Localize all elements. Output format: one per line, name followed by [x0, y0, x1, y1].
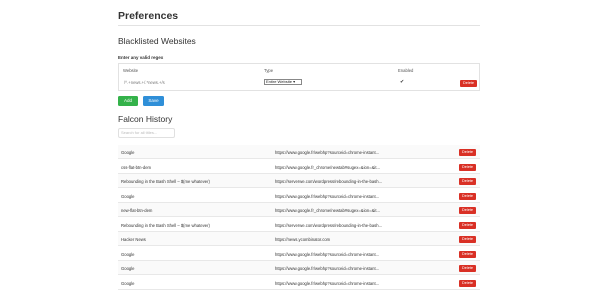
history-title[interactable]: css-flat-btn-dem — [121, 165, 151, 170]
enabled-column-header: Enabled — [398, 68, 414, 73]
history-delete-button[interactable]: Delete — [459, 279, 476, 287]
history-title[interactable]: Google — [121, 194, 135, 199]
history-delete-button[interactable]: Delete — [459, 236, 476, 243]
history-row: new-flat-btn-dem https://www.google.fr_ch… — [118, 203, 480, 217]
blacklist-table: Website Type Enabled /^.+news.+/.*news.+… — [118, 63, 480, 91]
history-delete-button[interactable]: Delete — [459, 207, 476, 214]
history-url[interactable]: https://www.google.fr/webhp?sourceid=chr… — [275, 194, 389, 199]
history-url[interactable]: https://news.ycombinator.com — [275, 237, 389, 242]
type-select[interactable]: Entire Website ▾ — [264, 79, 302, 85]
history-url[interactable]: https://serverwe.com/wordpress/reboundin… — [275, 223, 389, 228]
type-select-value: Entire Website — [266, 79, 292, 84]
website-column-header: Website — [123, 68, 139, 73]
website-regex-input[interactable]: /^.+news.+/.*news.+/s — [122, 79, 250, 87]
history-delete-button[interactable]: Delete — [459, 221, 476, 229]
history-url[interactable]: https://serverwe.com/wordpress/reboundin… — [275, 179, 389, 184]
history-row: Hacker News https://news.ycombinator.com D… — [118, 232, 480, 246]
history-title[interactable]: Google — [121, 252, 135, 257]
history-row: Google https://www.google.fr/webhp?source… — [118, 247, 480, 261]
blacklist-subtitle: Enter any valid regex — [118, 55, 164, 60]
type-column-header: Type — [264, 68, 274, 73]
history-delete-button[interactable]: Delete — [459, 250, 476, 258]
history-title[interactable]: Google — [121, 281, 135, 286]
add-button[interactable]: Add — [118, 96, 138, 106]
history-delete-button[interactable]: Delete — [459, 178, 476, 185]
history-row: Rebounding in the Bash Shell – $(me what… — [118, 218, 480, 232]
enabled-checkbox[interactable]: ✔ — [400, 79, 404, 85]
history-url[interactable]: https://www.google.fr_chrome/newtab#suge… — [275, 165, 389, 170]
blacklist-section-title: Blacklisted Websites — [118, 36, 196, 46]
history-title[interactable]: Hacker News — [121, 237, 146, 242]
history-delete-button[interactable]: Delete — [459, 265, 476, 272]
history-section-title: Falcon History — [118, 114, 173, 124]
history-title[interactable]: new-flat-btn-dem — [121, 208, 152, 213]
history-delete-button[interactable]: Delete — [459, 163, 476, 171]
history-row: Google https://www.google.fr/webhp?source… — [118, 276, 480, 290]
history-title[interactable]: Google — [121, 150, 135, 155]
history-row: Google https://www.google.fr/webhp?source… — [118, 261, 480, 275]
history-row: Google https://www.google.fr/webhp?source… — [118, 189, 480, 203]
page-title: Preferences — [118, 10, 179, 22]
blacklist-delete-button[interactable]: Delete — [460, 80, 477, 87]
history-title[interactable]: Google — [121, 266, 135, 271]
save-button[interactable]: Save — [143, 96, 164, 106]
history-url[interactable]: https://www.google.fr/webhp?sourceid=chr… — [275, 150, 389, 155]
history-title[interactable]: Rebounding in the Bash Shell – $(me what… — [121, 179, 210, 184]
title-divider — [118, 25, 480, 26]
history-title[interactable]: Rebounding in the Bash Shell – $(me what… — [121, 223, 210, 228]
history-url[interactable]: https://www.google.fr/webhp?sourceid=chr… — [275, 281, 389, 286]
history-url[interactable]: https://www.google.fr_chrome/newtab#suge… — [275, 208, 389, 213]
history-delete-button[interactable]: Delete — [459, 192, 476, 200]
history-row: Rebounding in the Bash Shell – $(me what… — [118, 174, 480, 188]
history-delete-button[interactable]: Delete — [459, 149, 476, 156]
history-row: css-flat-btn-dem https://www.google.fr_ch… — [118, 160, 480, 174]
history-url[interactable]: https://www.google.fr/webhp?sourceid=chr… — [275, 252, 389, 257]
chevron-down-icon: ▾ — [293, 79, 296, 84]
history-url[interactable]: https://www.google.fr/webhp?sourceid=chr… — [275, 266, 389, 271]
history-row: Google https://www.google.fr/webhp?source… — [118, 145, 480, 159]
history-search-input[interactable]: Search for all titles... — [118, 128, 175, 138]
